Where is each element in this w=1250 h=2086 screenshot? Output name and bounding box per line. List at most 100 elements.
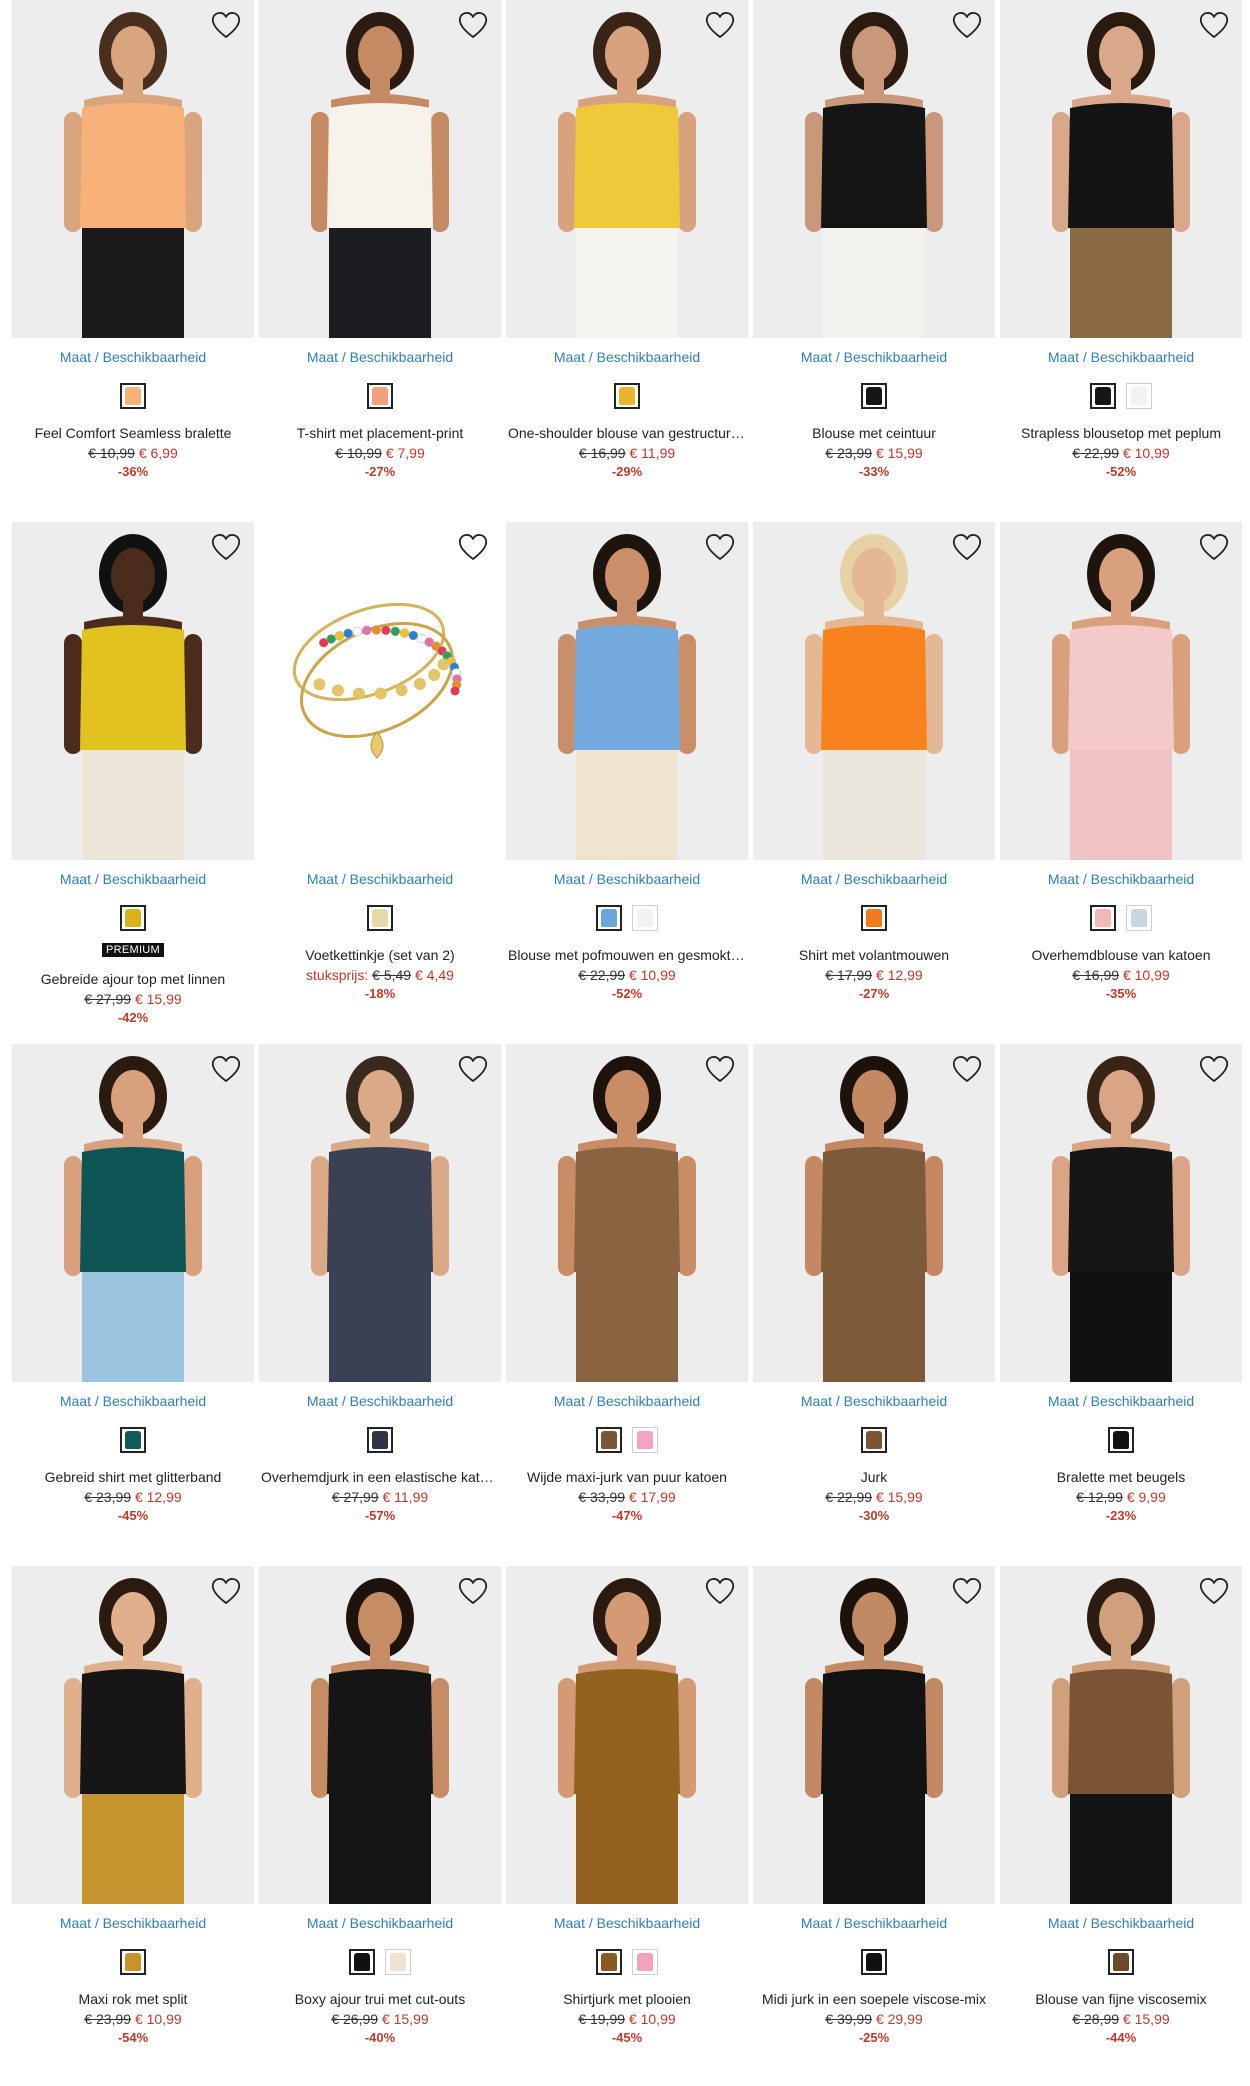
color-swatch[interactable] (632, 905, 658, 931)
color-swatch[interactable] (861, 1949, 887, 1975)
size-availability-link[interactable]: Maat / Beschikbaarheid (753, 871, 995, 887)
product-card[interactable]: Maat / Beschikbaarheid Feel Comfort Seaml… (12, 0, 254, 520)
product-name[interactable]: One-shoulder blouse van gestructureerde … (506, 424, 748, 442)
product-photo[interactable] (12, 522, 254, 860)
wishlist-heart-icon[interactable] (1198, 1054, 1230, 1084)
product-name[interactable]: Voetkettinkje (set van 2) (259, 946, 501, 964)
wishlist-heart-icon[interactable] (210, 10, 242, 40)
wishlist-heart-icon[interactable] (704, 10, 736, 40)
color-swatch[interactable] (367, 383, 393, 409)
wishlist-heart-icon[interactable] (951, 532, 983, 562)
product-photo[interactable] (1000, 0, 1242, 338)
wishlist-heart-icon[interactable] (210, 532, 242, 562)
wishlist-heart-icon[interactable] (1198, 10, 1230, 40)
wishlist-heart-icon[interactable] (951, 1054, 983, 1084)
size-availability-link[interactable]: Maat / Beschikbaarheid (12, 1393, 254, 1409)
size-availability-link[interactable]: Maat / Beschikbaarheid (753, 1915, 995, 1931)
color-swatch[interactable] (596, 905, 622, 931)
product-card[interactable]: Maat / Beschikbaarheid PREMIUM Gebreide aj… (12, 522, 254, 1042)
size-availability-link[interactable]: Maat / Beschikbaarheid (259, 1393, 501, 1409)
product-name[interactable]: Feel Comfort Seamless bralette (12, 424, 254, 442)
wishlist-heart-icon[interactable] (704, 1576, 736, 1606)
color-swatch[interactable] (1108, 1949, 1134, 1975)
product-card[interactable]: Maat / Beschikbaarheid Wijde maxi-jurk va… (506, 1044, 748, 1564)
wishlist-heart-icon[interactable] (457, 532, 489, 562)
product-name[interactable]: Shirt met volantmouwen (753, 946, 995, 964)
product-card[interactable]: Maat / Beschikbaarheid Blouse van fijne v… (1000, 1566, 1242, 2086)
size-availability-link[interactable]: Maat / Beschikbaarheid (506, 1915, 748, 1931)
wishlist-heart-icon[interactable] (457, 1054, 489, 1084)
product-card[interactable]: Maat / Beschikbaarheid Blouse met pofmouw… (506, 522, 748, 1042)
wishlist-heart-icon[interactable] (951, 1576, 983, 1606)
product-photo[interactable] (259, 1044, 501, 1382)
size-availability-link[interactable]: Maat / Beschikbaarheid (12, 349, 254, 365)
color-swatch[interactable] (596, 1949, 622, 1975)
product-name[interactable]: Jurk (753, 1468, 995, 1486)
product-name[interactable]: Shirtjurk met plooien (506, 1990, 748, 2008)
product-photo[interactable] (506, 522, 748, 860)
product-photo[interactable] (12, 0, 254, 338)
size-availability-link[interactable]: Maat / Beschikbaarheid (753, 349, 995, 365)
size-availability-link[interactable]: Maat / Beschikbaarheid (259, 1915, 501, 1931)
product-photo[interactable] (753, 522, 995, 860)
product-name[interactable]: Overhemdjurk in een elastische katoenmix (259, 1468, 501, 1486)
product-name[interactable]: Blouse van fijne viscosemix (1000, 1990, 1242, 2008)
size-availability-link[interactable]: Maat / Beschikbaarheid (12, 871, 254, 887)
size-availability-link[interactable]: Maat / Beschikbaarheid (753, 1393, 995, 1409)
product-card[interactable]: Maat / Beschikbaarheid Blouse met ceintuu… (753, 0, 995, 520)
product-photo[interactable] (259, 522, 501, 860)
product-card[interactable]: Maat / Beschikbaarheid T-shirt met placem… (259, 0, 501, 520)
product-name[interactable]: Boxy ajour trui met cut-outs (259, 1990, 501, 2008)
size-availability-link[interactable]: Maat / Beschikbaarheid (1000, 1915, 1242, 1931)
size-availability-link[interactable]: Maat / Beschikbaarheid (1000, 349, 1242, 365)
color-swatch[interactable] (349, 1949, 375, 1975)
color-swatch[interactable] (632, 1427, 658, 1453)
product-photo[interactable] (506, 1044, 748, 1382)
color-swatch[interactable] (367, 905, 393, 931)
color-swatch[interactable] (1108, 1427, 1134, 1453)
product-card[interactable]: Maat / Beschikbaarheid Strapless blouseto… (1000, 0, 1242, 520)
size-availability-link[interactable]: Maat / Beschikbaarheid (506, 1393, 748, 1409)
wishlist-heart-icon[interactable] (951, 10, 983, 40)
color-swatch[interactable] (614, 383, 640, 409)
product-name[interactable]: Bralette met beugels (1000, 1468, 1242, 1486)
wishlist-heart-icon[interactable] (457, 1576, 489, 1606)
size-availability-link[interactable]: Maat / Beschikbaarheid (506, 349, 748, 365)
product-photo[interactable] (506, 1566, 748, 1904)
product-card[interactable]: Maat / Beschikbaarheid Maxi rok met split… (12, 1566, 254, 2086)
product-name[interactable]: Wijde maxi-jurk van puur katoen (506, 1468, 748, 1486)
color-swatch[interactable] (385, 1949, 411, 1975)
wishlist-heart-icon[interactable] (704, 532, 736, 562)
color-swatch[interactable] (596, 1427, 622, 1453)
product-name[interactable]: Strapless blousetop met peplum (1000, 424, 1242, 442)
product-card[interactable]: Maat / Beschikbaarheid Jurk € 22,99 € 15,9… (753, 1044, 995, 1564)
color-swatch[interactable] (861, 383, 887, 409)
product-name[interactable]: Blouse met ceintuur (753, 424, 995, 442)
product-photo[interactable] (259, 0, 501, 338)
product-photo[interactable] (12, 1044, 254, 1382)
wishlist-heart-icon[interactable] (704, 1054, 736, 1084)
product-photo[interactable] (259, 1566, 501, 1904)
wishlist-heart-icon[interactable] (210, 1054, 242, 1084)
color-swatch[interactable] (1126, 383, 1152, 409)
product-photo[interactable] (753, 0, 995, 338)
wishlist-heart-icon[interactable] (457, 10, 489, 40)
color-swatch[interactable] (861, 905, 887, 931)
color-swatch[interactable] (1090, 383, 1116, 409)
product-card[interactable]: Maat / Beschikbaarheid Shirt met volantmo… (753, 522, 995, 1042)
size-availability-link[interactable]: Maat / Beschikbaarheid (12, 1915, 254, 1931)
size-availability-link[interactable]: Maat / Beschikbaarheid (506, 871, 748, 887)
product-photo[interactable] (753, 1566, 995, 1904)
product-photo[interactable] (1000, 522, 1242, 860)
product-card[interactable]: Maat / Beschikbaarheid Shirtjurk met ploo… (506, 1566, 748, 2086)
size-availability-link[interactable]: Maat / Beschikbaarheid (259, 871, 501, 887)
product-card[interactable]: Maat / Beschikbaarheid Voetkettinkje (set… (259, 522, 501, 1042)
color-swatch[interactable] (632, 1949, 658, 1975)
product-photo[interactable] (1000, 1566, 1242, 1904)
product-name[interactable]: Gebreide ajour top met linnen (12, 970, 254, 988)
wishlist-heart-icon[interactable] (210, 1576, 242, 1606)
color-swatch[interactable] (120, 383, 146, 409)
product-photo[interactable] (753, 1044, 995, 1382)
product-name[interactable]: Overhemdblouse van katoen (1000, 946, 1242, 964)
product-name[interactable]: Midi jurk in een soepele viscose-mix (753, 1990, 995, 2008)
